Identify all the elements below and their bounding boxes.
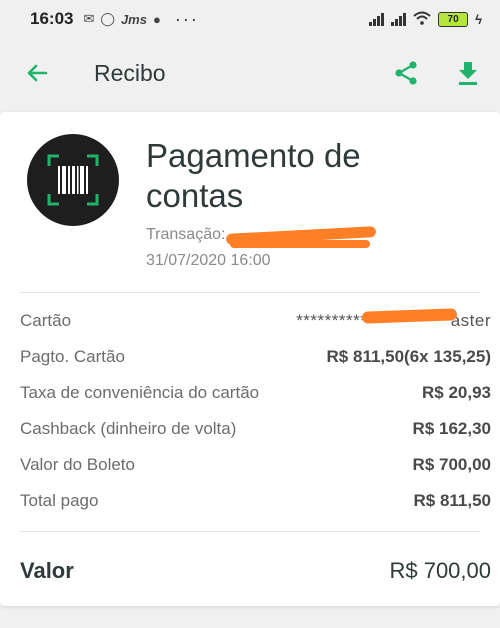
- charging-icon: ϟ: [475, 11, 482, 27]
- row-value: R$ 20,93: [422, 383, 491, 402]
- receipt-card: Pagamento de contas Transação: 31/07/202…: [0, 112, 500, 606]
- share-icon[interactable]: [392, 59, 420, 87]
- receipt-header: Pagamento de contas Transação: 31/07/202…: [0, 112, 500, 292]
- row-label: Cartão: [20, 311, 72, 330]
- wifi-icon: [413, 11, 431, 28]
- page-title: Recibo: [94, 59, 166, 86]
- signal-icon-2: [391, 12, 407, 26]
- detail-row-fee: Taxa de conveniência do cartão R$ 20,93: [20, 375, 491, 411]
- total-row: Valor R$ 700,00: [0, 532, 500, 610]
- download-icon[interactable]: [454, 59, 482, 87]
- row-value: R$ 811,50: [413, 491, 491, 510]
- receipt-title: Pagamento de contas: [146, 137, 361, 214]
- row-label: Valor do Boleto: [20, 455, 135, 474]
- total-value: R$ 700,00: [389, 558, 491, 583]
- transaction-label: Transação:: [146, 226, 226, 243]
- whatsapp-icon: ◯: [100, 11, 115, 26]
- back-arrow-icon[interactable]: [22, 58, 52, 88]
- more-notifications-icon: ···: [174, 8, 199, 29]
- total-label: Valor: [20, 558, 74, 583]
- row-value: R$ 162,30: [412, 419, 491, 438]
- barcode-icon: [27, 134, 119, 226]
- jms-icon: Jms: [120, 11, 147, 27]
- detail-row-boleto: Valor do Boleto R$ 700,00: [20, 447, 491, 483]
- status-bar: 16:03 ✉ ◯ Jms ● ··· 70 ϟ: [0, 0, 500, 38]
- battery-icon: 70: [438, 11, 469, 27]
- signal-icon: [369, 12, 385, 26]
- redaction-mark: [230, 240, 370, 248]
- status-time: 16:03: [30, 9, 74, 28]
- detail-row-total-paid: Total pago R$ 811,50: [20, 483, 491, 519]
- notification-icons: ✉ ◯ Jms ●: [83, 11, 160, 27]
- row-label: Total pago: [20, 491, 99, 510]
- detail-row-cashback: Cashback (dinheiro de volta) R$ 162,30: [20, 411, 491, 447]
- row-label: Cashback (dinheiro de volta): [20, 419, 237, 438]
- row-value: R$ 700,00: [412, 455, 491, 474]
- detail-row-card-payment: Pagto. Cartão R$ 811,50(6x 135,25): [20, 339, 491, 375]
- receipt-details: Cartão ************* aster Pagto. Cartão …: [0, 293, 500, 519]
- row-label: Taxa de conveniência do cartão: [20, 383, 260, 402]
- app-bar: Recibo: [0, 38, 500, 108]
- mail-icon: ✉: [83, 11, 95, 26]
- row-value: R$ 811,50(6x 135,25): [326, 347, 491, 366]
- transaction-date: 31/07/2020 16:00: [146, 252, 271, 269]
- app-icon: ●: [152, 11, 161, 27]
- row-label: Pagto. Cartão: [20, 347, 125, 366]
- status-right: 70 ϟ: [369, 11, 482, 28]
